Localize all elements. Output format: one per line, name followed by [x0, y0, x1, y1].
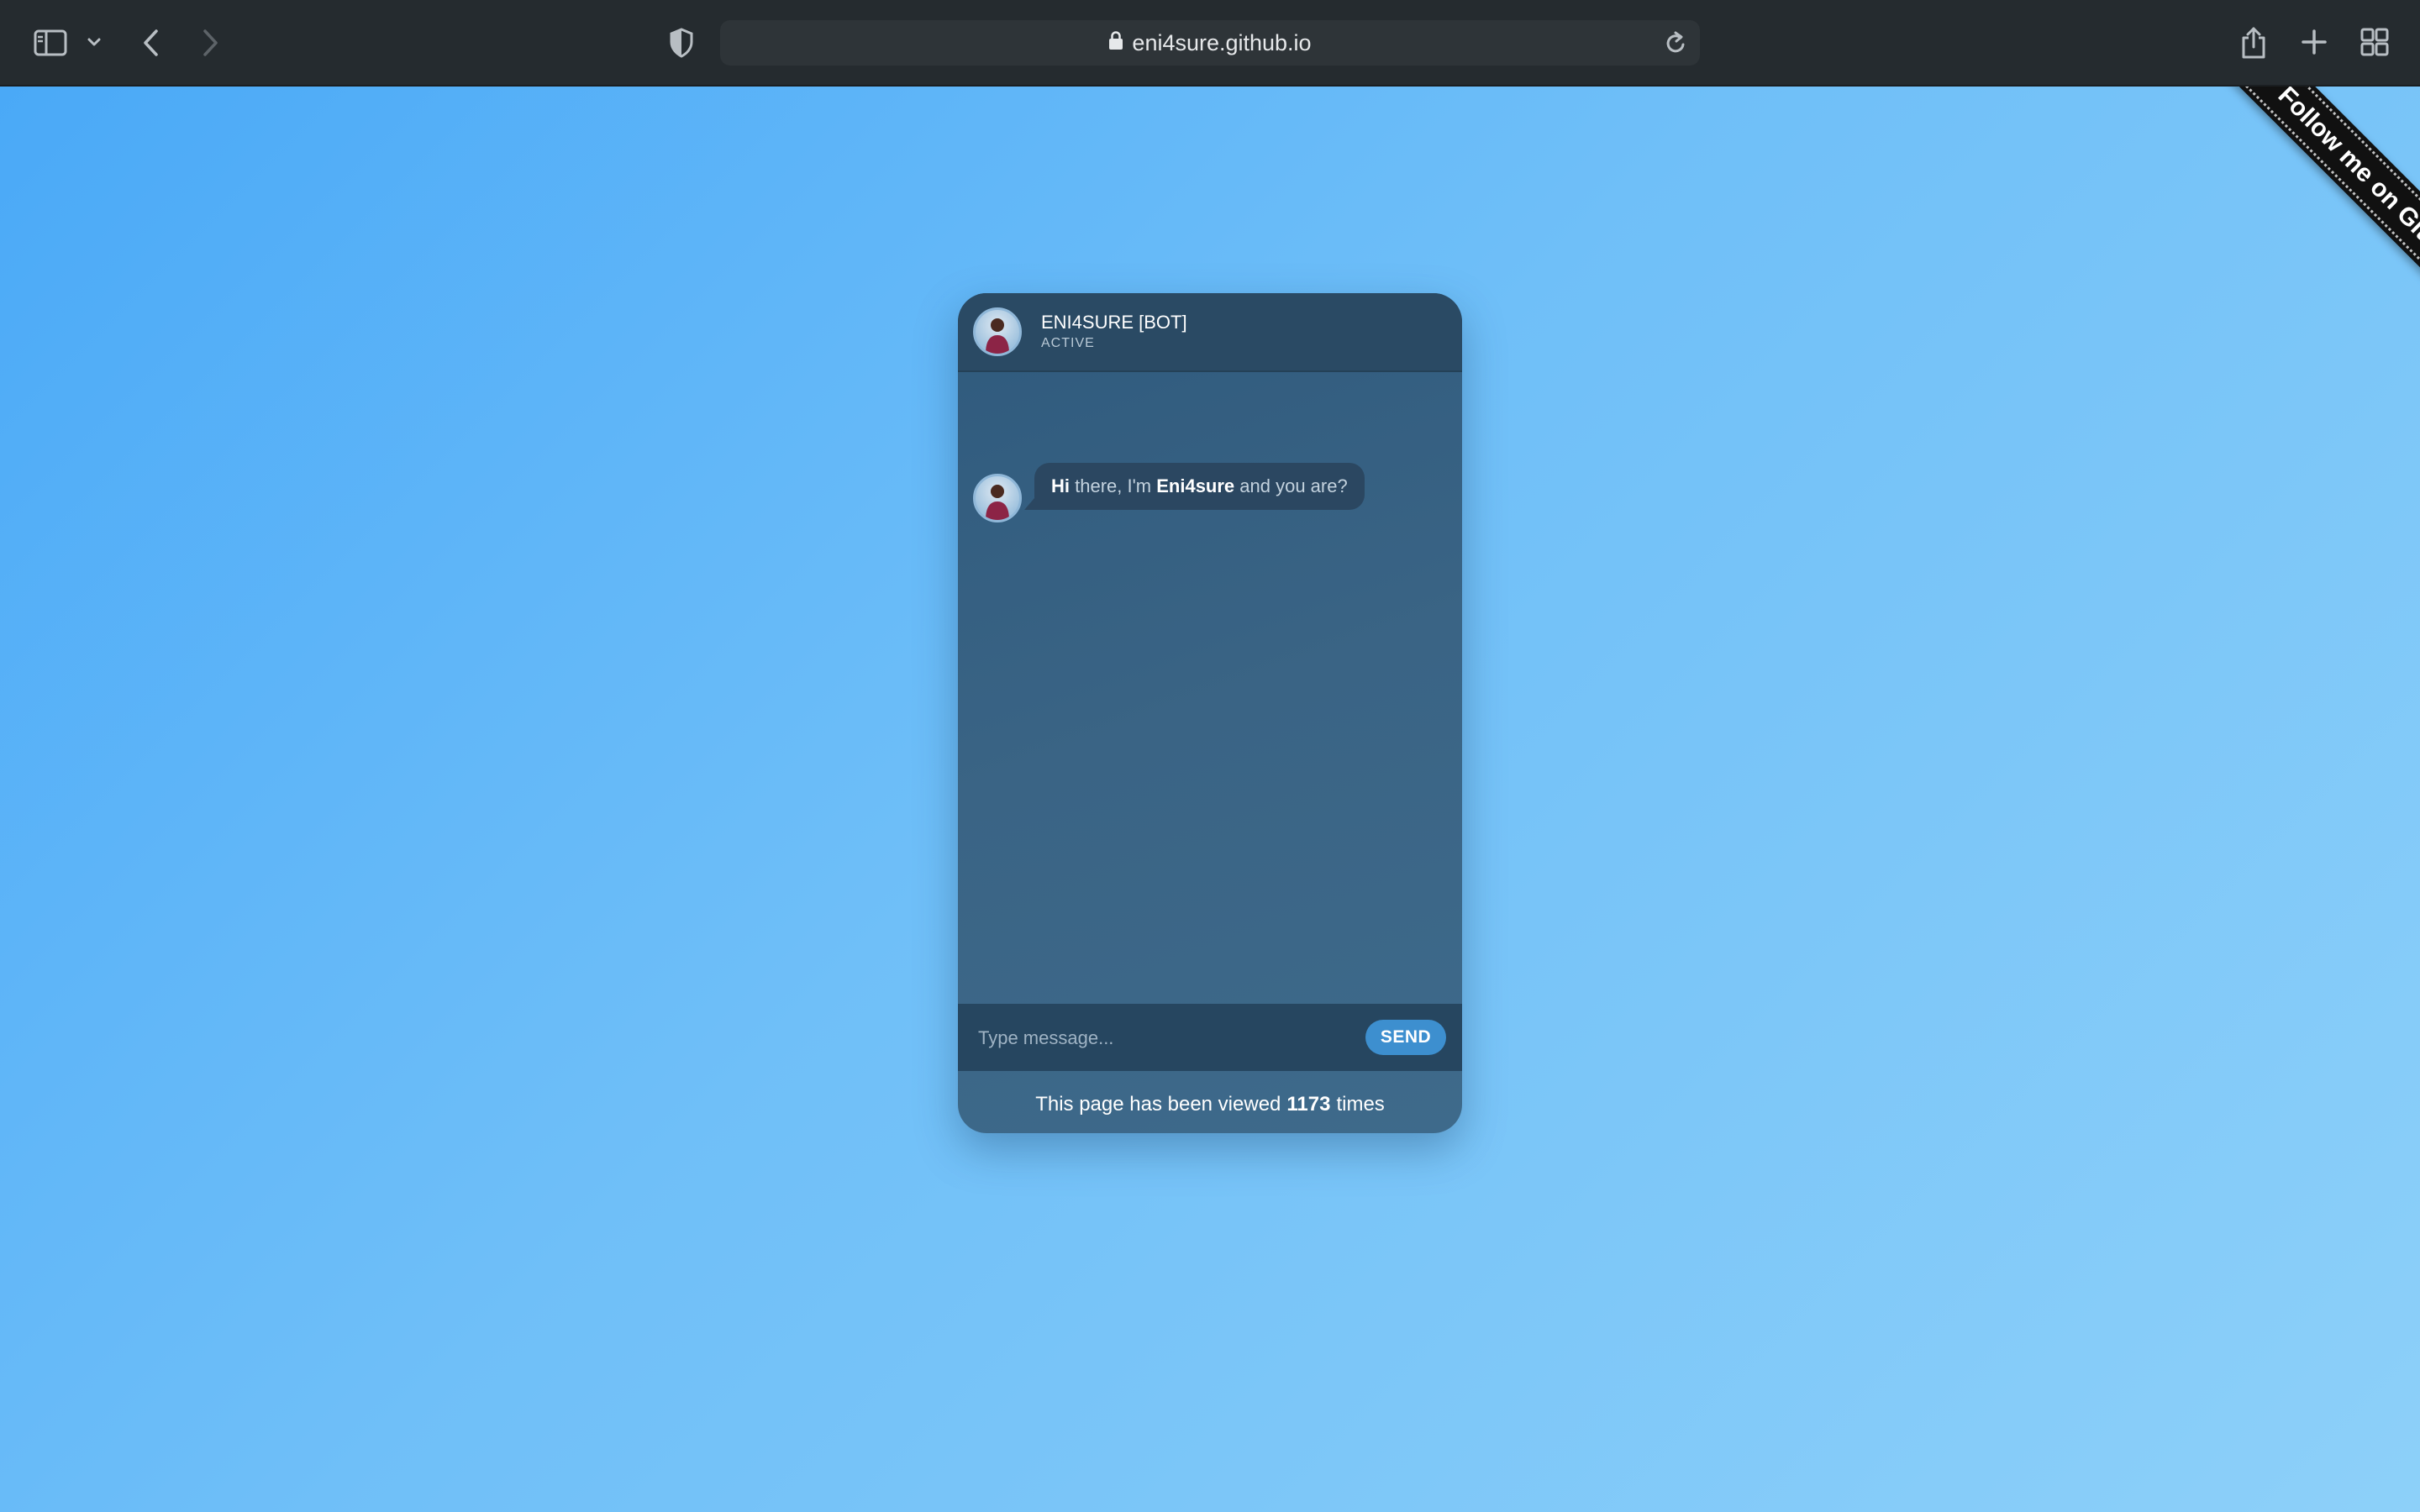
view-counter: This page has been viewed 1173 times	[958, 1071, 1462, 1133]
github-ribbon-container: Follow me on GitHub	[2168, 87, 2420, 339]
plus-icon[interactable]	[2299, 27, 2329, 57]
share-icon[interactable]	[2238, 25, 2269, 60]
github-ribbon-link[interactable]: Follow me on GitHub	[2221, 87, 2420, 331]
message-avatar	[973, 474, 1022, 522]
message-list: Hi there, I'm Eni4sure and you are?	[958, 370, 1462, 958]
message-input[interactable]	[976, 1019, 1349, 1058]
lock-icon	[1108, 30, 1123, 56]
view-counter-prefix: This page has been viewed	[1035, 1093, 1281, 1116]
view-counter-suffix: times	[1336, 1093, 1385, 1116]
address-bar[interactable]: eni4sure.github.io	[720, 20, 1700, 66]
chevron-down-icon[interactable]	[86, 34, 103, 50]
bot-name: ENI4SURE [BOT]	[1041, 312, 1187, 333]
browser-toolbar: eni4sure.github.io	[0, 0, 2420, 87]
back-arrow-icon[interactable]	[138, 27, 165, 59]
forward-arrow-icon[interactable]	[197, 27, 224, 59]
message-text: there, I'm	[1070, 475, 1157, 496]
url-text: eni4sure.github.io	[1132, 29, 1312, 55]
reload-icon[interactable]	[1665, 30, 1688, 60]
chat-header: ENI4SURE [BOT] ACTIVE	[958, 293, 1462, 372]
page-background: Follow me on GitHub ENI4SURE [BOT] ACTIV…	[0, 87, 2420, 1512]
message-form: SEND	[958, 1004, 1462, 1071]
shield-icon[interactable]	[667, 27, 696, 59]
chat-window: ENI4SURE [BOT] ACTIVE Hi there, I'm Eni4…	[958, 293, 1462, 1133]
bot-name-emphasis: Eni4sure	[1156, 475, 1235, 496]
greeting-word: Hi	[1051, 475, 1070, 496]
sidebar-icon[interactable]	[32, 28, 69, 58]
send-button[interactable]: SEND	[1365, 1020, 1446, 1055]
bot-status: ACTIVE	[1041, 336, 1095, 350]
bot-avatar	[973, 307, 1022, 356]
bot-message-bubble: Hi there, I'm Eni4sure and you are?	[1024, 463, 1365, 510]
message-text: and you are?	[1234, 475, 1348, 496]
view-count: 1173	[1286, 1093, 1331, 1116]
tab-grid-icon[interactable]	[2360, 27, 2390, 57]
